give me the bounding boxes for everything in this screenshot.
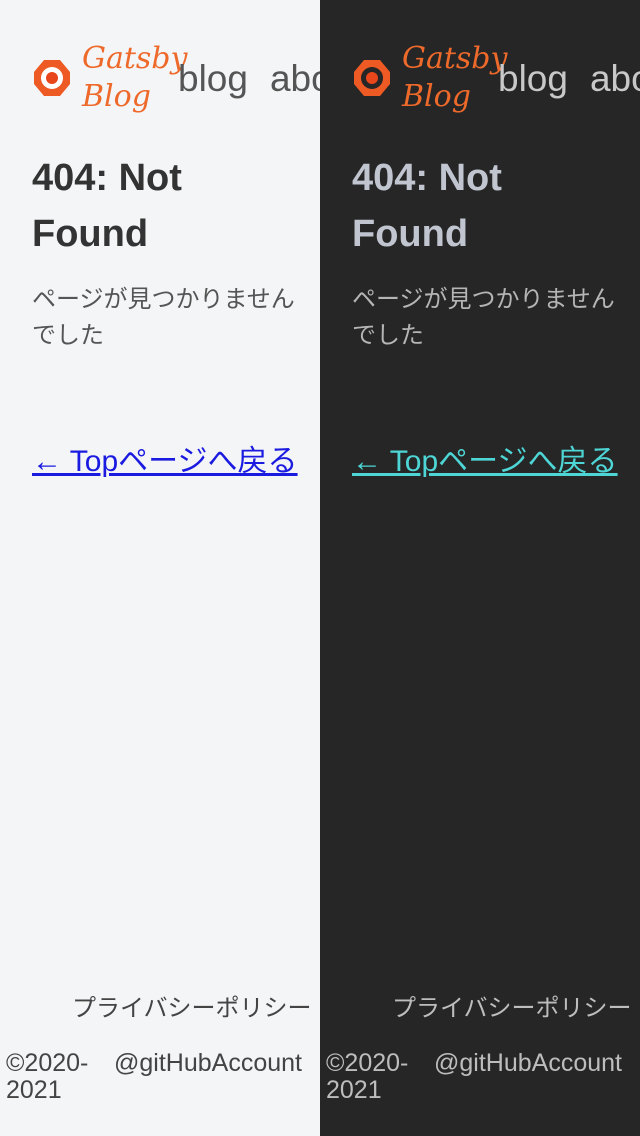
nav-about-link[interactable]: about (590, 58, 640, 99)
nav-blog-link[interactable]: blog (178, 58, 248, 99)
site-header: Gatsby Blog blog about (352, 40, 640, 124)
logo-line-2: Blog (82, 79, 151, 114)
page-title: 404: Not Found (352, 157, 502, 255)
privacy-policy-link[interactable]: プライバシーポリシー (392, 995, 632, 1022)
logo-line-1: Gatsby (82, 41, 188, 76)
page-description: ページが見つかりませんでした (32, 286, 295, 349)
footer-links: プライバシーポリシー規約 (392, 992, 640, 1026)
page-description: ページが見つかりませんでした (352, 286, 615, 349)
logo-icon[interactable] (352, 58, 392, 98)
main-nav: blog about (498, 58, 640, 100)
privacy-policy-link[interactable]: プライバシーポリシー (72, 995, 312, 1022)
copyright-text: ©2020-2021 (6, 1049, 89, 1104)
page-title: 404: Not Found (32, 157, 182, 255)
site-logo-text[interactable]: Gatsby Blog (82, 40, 188, 116)
site-logo-text[interactable]: Gatsby Blog (402, 40, 508, 116)
github-account-link[interactable]: @gitHubAccount (114, 1050, 302, 1077)
main-nav: blog about (178, 58, 320, 100)
theme-comparison: Gatsby Blog blog about 404: Not Found ページ… (0, 0, 640, 1136)
logo-icon[interactable] (32, 58, 72, 98)
footer-links: プライバシーポリシー規約 (72, 992, 320, 1026)
back-to-top-link[interactable]: ← Topページへ戻る (352, 444, 618, 480)
light-theme-panel: Gatsby Blog blog about 404: Not Found ページ… (0, 0, 320, 1136)
nav-blog-link[interactable]: blog (498, 58, 568, 99)
github-account-link[interactable]: @gitHubAccount (434, 1050, 622, 1077)
nav-about-link[interactable]: about (270, 58, 320, 99)
dark-theme-panel: Gatsby Blog blog about 404: Not Found ページ… (320, 0, 640, 1136)
logo-line-1: Gatsby (402, 41, 508, 76)
logo-line-2: Blog (402, 79, 471, 114)
back-to-top-link[interactable]: ← Topページへ戻る (32, 444, 298, 480)
copyright-text: ©2020-2021 (326, 1049, 409, 1104)
site-header: Gatsby Blog blog about (32, 40, 320, 124)
